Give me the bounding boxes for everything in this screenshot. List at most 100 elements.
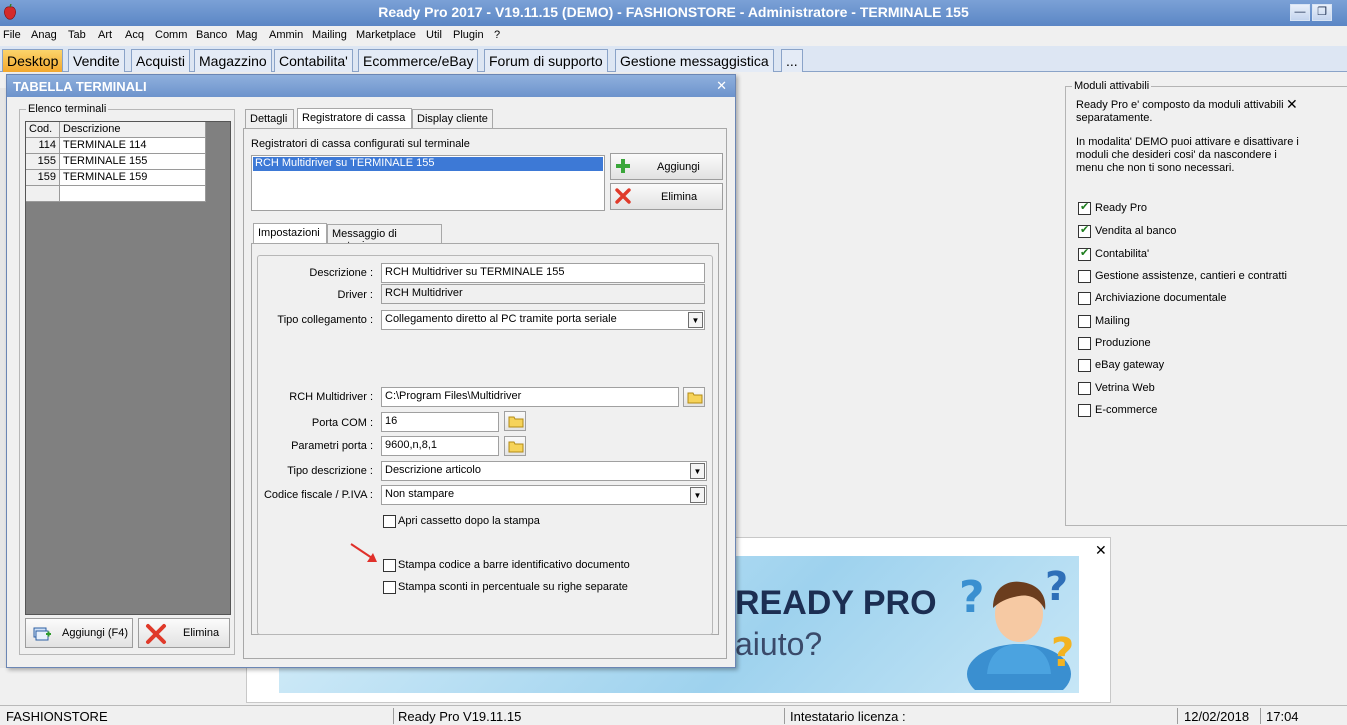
table-row[interactable]: 155 TERMINALE 155 (26, 154, 206, 170)
menu-plugin[interactable]: Plugin (453, 29, 484, 41)
modulo-label: Mailing (1095, 315, 1130, 327)
browse-folder-button[interactable] (683, 387, 705, 407)
tab-magazzino[interactable]: Magazzino (194, 49, 272, 72)
modulo-label: eBay gateway (1095, 359, 1165, 371)
banner-headline: READY PRO (735, 584, 937, 622)
menu-mailing[interactable]: Mailing (312, 29, 347, 41)
porta-com-browse-button[interactable] (504, 411, 526, 431)
elimina-terminale-button[interactable]: Elimina (138, 618, 230, 648)
aggiungi-registratore-button[interactable]: Aggiungi (610, 153, 723, 180)
codice-fiscale-value: Non stampare (385, 488, 455, 500)
tab-desktop[interactable]: Desktop (2, 49, 64, 72)
chevron-down-icon[interactable]: ▼ (690, 463, 705, 479)
descrizione-field[interactable]: RCH Multidriver su TERMINALE 155 (381, 263, 705, 283)
close-icon[interactable]: ✕ (1286, 96, 1298, 113)
status-date: 12/02/2018 (1184, 709, 1250, 724)
moduli-info-1: Ready Pro e' composto da moduli attivabi… (1076, 99, 1284, 124)
chevron-down-icon[interactable]: ▼ (688, 312, 703, 328)
checkbox-box[interactable] (383, 515, 396, 528)
checkbox-unchecked[interactable] (1078, 404, 1091, 417)
tab-ecommerce-ebay[interactable]: Ecommerce/eBay (358, 49, 479, 72)
grid-cell-descrizione: TERMINALE 155 (60, 154, 206, 170)
tab-forum-supporto[interactable]: Forum di supporto (484, 49, 608, 72)
checkbox-unchecked[interactable] (1078, 337, 1091, 350)
tab-messaggio-di-cortesia[interactable]: Messaggio di cortesia (327, 224, 442, 252)
checkbox-unchecked[interactable] (1078, 292, 1091, 305)
tab-acquisti[interactable]: Acquisti (131, 49, 191, 72)
menu-ammin[interactable]: Ammin (269, 29, 303, 41)
status-bar: FASHIONSTORE Ready Pro V19.11.15 Intesta… (0, 705, 1347, 725)
menu-acq[interactable]: Acq (125, 29, 144, 41)
aggiungi-terminale-button[interactable]: Aggiungi (F4) (25, 618, 133, 648)
folder-icon (508, 441, 524, 453)
modulo-label: Gestione assistenze, cantieri e contratt… (1095, 270, 1287, 282)
elimina-registratore-button[interactable]: Elimina (610, 183, 723, 210)
svg-text:?: ? (1051, 630, 1074, 676)
tab-dettagli[interactable]: Dettagli (245, 109, 294, 129)
tab-more[interactable]: ... (781, 49, 803, 72)
dialog-close-icon[interactable]: ✕ (716, 78, 727, 94)
checkbox-checked[interactable] (1078, 246, 1091, 261)
table-row-empty[interactable] (26, 186, 206, 202)
stampa-codice-barre-label: Stampa codice a barre identificativo doc… (398, 559, 630, 571)
menu-marketplace[interactable]: Marketplace (356, 29, 416, 41)
checkbox-checked[interactable] (1078, 200, 1091, 215)
codice-fiscale-select[interactable]: Non stampare ▼ (381, 485, 707, 505)
parametri-porta-field[interactable]: 9600,n,8,1 (381, 436, 499, 456)
grid-cell-cod (26, 186, 60, 202)
tipo-collegamento-select[interactable]: Collegamento diretto al PC tramite porta… (381, 310, 705, 330)
tab-vendite[interactable]: Vendite (68, 49, 125, 72)
tipo-descrizione-value: Descrizione articolo (385, 464, 481, 476)
status-time: 17:04 (1266, 709, 1299, 724)
list-item[interactable]: RCH Multidriver su TERMINALE 155 (253, 157, 603, 171)
table-row[interactable]: 114 TERMINALE 114 (26, 138, 206, 154)
menu-comm[interactable]: Comm (155, 29, 187, 41)
banner-close-icon[interactable]: ✕ (1095, 542, 1107, 559)
restore-button[interactable]: ❐ (1312, 4, 1332, 21)
svg-text:?: ? (1045, 564, 1068, 610)
grid-header-descrizione[interactable]: Descrizione (60, 122, 206, 138)
add-record-icon (33, 627, 51, 641)
parametri-porta-label: Parametri porta : (291, 440, 373, 452)
svg-text:?: ? (959, 572, 985, 623)
tab-registratore-di-cassa[interactable]: Registratore di cassa (297, 108, 412, 129)
checkbox-box[interactable] (383, 581, 396, 594)
table-row[interactable]: 159 TERMINALE 159 (26, 170, 206, 186)
minimize-button[interactable]: — (1290, 4, 1310, 21)
menu-banco[interactable]: Banco (196, 29, 227, 41)
rch-multidriver-field[interactable]: C:\Program Files\Multidriver (381, 387, 679, 407)
grid-cell-cod: 114 (26, 138, 60, 154)
tipo-descrizione-select[interactable]: Descrizione articolo ▼ (381, 461, 707, 481)
tab-impostazioni[interactable]: Impostazioni (253, 223, 327, 244)
checkbox-box[interactable] (383, 559, 396, 572)
menu-anag[interactable]: Anag (31, 29, 57, 41)
registratori-list[interactable]: RCH Multidriver su TERMINALE 155 (251, 155, 605, 211)
porta-com-label: Porta COM : (311, 417, 373, 429)
modulo-label: Ready Pro (1095, 202, 1147, 214)
checkbox-unchecked[interactable] (1078, 359, 1091, 372)
checkbox-unchecked[interactable] (1078, 382, 1091, 395)
help-avatar-icon: ? ? ? (959, 564, 1074, 690)
porta-com-field[interactable]: 16 (381, 412, 499, 432)
chevron-down-icon[interactable]: ▼ (690, 487, 705, 503)
grid-header-cod[interactable]: Cod. (26, 122, 60, 138)
tab-display-cliente[interactable]: Display cliente (412, 109, 493, 129)
aggiungi-registratore-label: Aggiungi (657, 161, 700, 173)
rch-multidriver-label: RCH Multidriver : (289, 391, 373, 403)
checkbox-unchecked[interactable] (1078, 315, 1091, 328)
status-divider (393, 708, 394, 724)
menu-art[interactable]: Art (98, 29, 112, 41)
menu-mag[interactable]: Mag (236, 29, 257, 41)
menu-tab[interactable]: Tab (68, 29, 86, 41)
status-version: Ready Pro V19.11.15 (398, 709, 522, 724)
checkbox-unchecked[interactable] (1078, 270, 1091, 283)
menu-util[interactable]: Util (426, 29, 442, 41)
checkbox-checked[interactable] (1078, 223, 1091, 238)
menu-help[interactable]: ? (494, 29, 500, 41)
tipo-descrizione-label: Tipo descrizione : (287, 465, 373, 477)
menu-file[interactable]: File (3, 29, 21, 41)
tab-gestione-messaggistica[interactable]: Gestione messaggistica (615, 49, 774, 72)
tab-contabilita[interactable]: Contabilita' (274, 49, 353, 72)
parametri-porta-browse-button[interactable] (504, 436, 526, 456)
terminali-grid[interactable]: Cod. Descrizione 114 TERMINALE 114 155 T… (25, 121, 231, 615)
